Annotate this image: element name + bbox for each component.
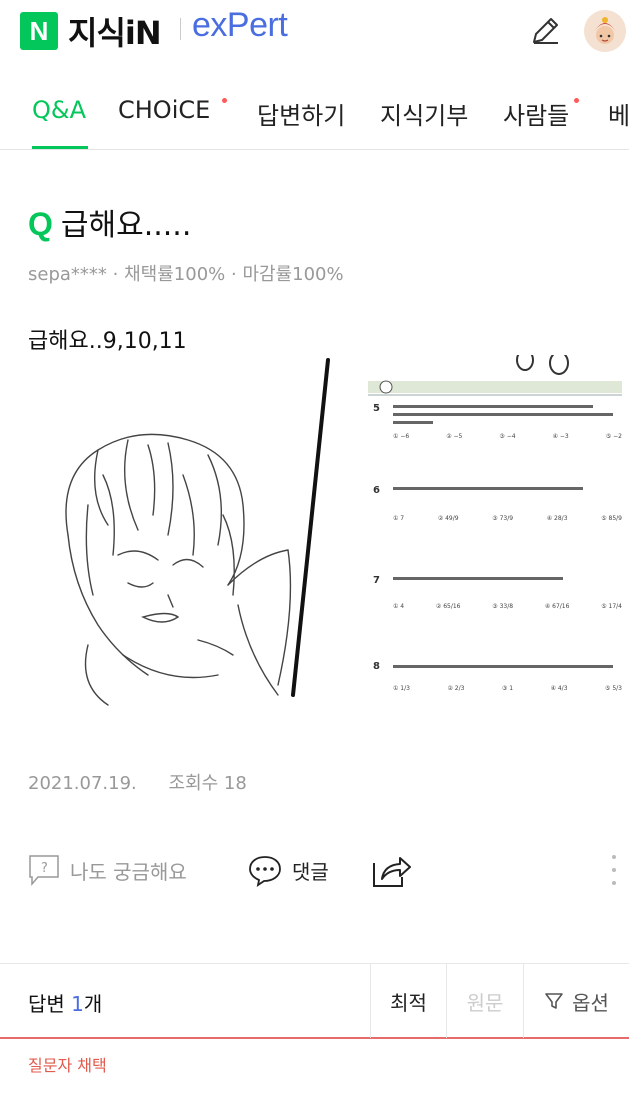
author-meta: sepa**** · 채택률100% · 마감률100%: [28, 260, 344, 286]
expert-logo[interactable]: exPert: [192, 6, 288, 45]
jisikin-logo[interactable]: 지식iN: [68, 8, 162, 54]
filter-icon: [545, 993, 563, 1009]
view-count: 조회수 18: [168, 773, 247, 794]
tab-people[interactable]: 사람들: [503, 96, 569, 150]
tab-answer[interactable]: 답변하기: [257, 96, 345, 150]
answer-number: 1: [71, 992, 84, 1016]
top-bar: N 지식iN exPert: [0, 0, 629, 64]
post-info: 2021.07.19. 조회수 18: [28, 769, 273, 795]
problem-6-choices: ① 7② 49/9 ③ 73/9 ④ 28/3 ⑤ 85/9: [393, 515, 622, 522]
chosen-label: 질문자 채택: [28, 1056, 107, 1075]
action-row: ? 나도 궁금해요 댓글: [0, 845, 629, 895]
main-tabs: Q&A CHOiCE 답변하기 지식기부 사람들 베: [0, 96, 629, 150]
problem-7-number: 7: [373, 575, 380, 586]
question-body: 급해요..9,10,11: [28, 329, 187, 354]
comment-label: 댓글: [292, 859, 329, 884]
question-title-text: 급해요.....: [60, 208, 192, 243]
sort-original-button[interactable]: 원문: [446, 964, 523, 1038]
active-tab-indicator: [32, 146, 88, 149]
problem-6-number: 6: [373, 485, 380, 496]
tab-more[interactable]: 베: [608, 96, 629, 150]
option-label: 옵션: [572, 990, 609, 1015]
pencil-icon[interactable]: [528, 14, 562, 48]
meta-separator: ·: [230, 264, 243, 285]
sketch-drawing: [65, 433, 292, 706]
option-button[interactable]: 옵션: [523, 964, 629, 1038]
share-icon[interactable]: [370, 853, 412, 889]
sort-best-button[interactable]: 최적: [370, 964, 446, 1038]
comment-button[interactable]: 댓글: [248, 845, 329, 895]
new-dot: [574, 98, 579, 103]
problem-8-choices: ① 1/3 ② 2/3 ③ 1④ 4/3 ⑤ 5/3: [393, 685, 622, 692]
tab-qna[interactable]: Q&A: [32, 96, 86, 150]
question-mark-icon: Q: [28, 206, 53, 242]
problem-5-number: 5: [373, 403, 380, 414]
meta-separator: ·: [112, 264, 125, 285]
answer-unit: 개: [83, 992, 103, 1016]
more-vertical-icon[interactable]: [610, 853, 618, 887]
curious-label: 나도 궁금해요: [70, 859, 187, 884]
comment-icon: [249, 856, 281, 887]
question-title: Q 급해요.....: [28, 200, 191, 244]
answer-count: 답변 1개: [28, 988, 102, 1017]
problem-5-choices: ① −6 ② −5 ③ −4 ④ −3 ⑤ −2: [393, 433, 622, 440]
close-rate: 마감률100%: [242, 264, 344, 285]
adopt-rate: 채택률100%: [124, 264, 226, 285]
answer-label: 답변: [28, 992, 65, 1016]
naver-logo[interactable]: N: [20, 12, 58, 50]
author-name[interactable]: sepa****: [28, 264, 107, 285]
problem-7-choices: ① 4② 65/16 ③ 33/8 ④ 67/16 ⑤ 17/4: [393, 603, 622, 610]
svg-text:?: ?: [41, 861, 48, 876]
tab-choice[interactable]: CHOiCE: [118, 96, 210, 150]
curious-button[interactable]: ? 나도 궁금해요: [28, 845, 187, 895]
answer-header: 답변 1개 최적 원문 옵션: [0, 963, 629, 1039]
question-photo[interactable]: 5 ① −6 ② −5 ③ −4 ④ −3 ⑤ −2 6 ① 7② 49/9 ③ 73/9…: [28, 355, 622, 715]
question-bubble-icon: ?: [29, 855, 59, 887]
post-date: 2021.07.19.: [28, 773, 137, 794]
brand-divider: [180, 18, 181, 40]
problem-8-number: 8: [373, 661, 380, 672]
tab-donate[interactable]: 지식기부: [380, 96, 468, 150]
profile-avatar[interactable]: [584, 10, 626, 52]
new-dot: [222, 98, 227, 103]
